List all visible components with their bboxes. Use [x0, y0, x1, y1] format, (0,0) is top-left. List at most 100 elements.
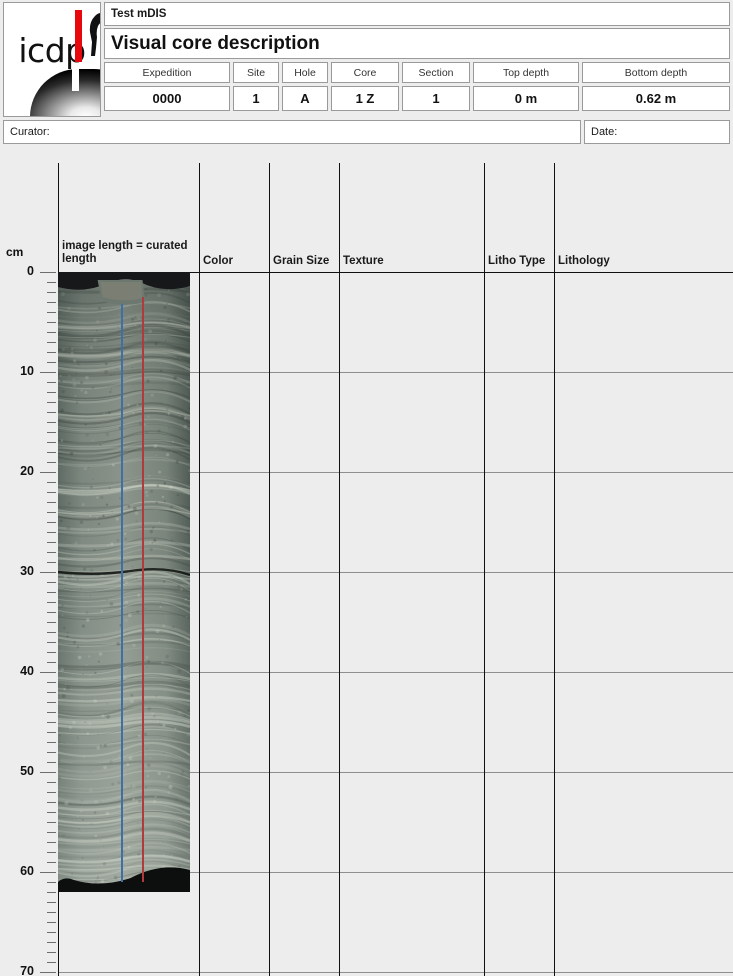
meta-field-top-depth: Top depth 0 m: [473, 62, 579, 111]
depth-tick-minor: [47, 342, 56, 343]
form-header: icdpmdis Test mDIS Visual core descripti…: [0, 0, 733, 118]
core-blue-measure-line[interactable]: [121, 304, 123, 882]
depth-tick-minor: [47, 662, 56, 663]
depth-tick-minor: [47, 852, 56, 853]
column-header-color: Color: [203, 255, 234, 267]
core-metadata-table: Expedition 0000 Site 1 Hole A Core 1 Z S…: [104, 62, 730, 111]
depth-tick-minor: [47, 702, 56, 703]
column-line-color-left: [199, 163, 200, 976]
depth-tick-minor: [47, 582, 56, 583]
date-field[interactable]: Date:: [584, 120, 730, 144]
depth-tick-minor: [47, 322, 56, 323]
depth-tick-minor: [47, 622, 56, 623]
depth-tick-minor: [47, 382, 56, 383]
depth-tick-label: 30: [20, 564, 34, 578]
depth-tick-minor: [47, 462, 56, 463]
column-header-texture: Texture: [343, 255, 384, 267]
depth-tick-minor: [47, 682, 56, 683]
depth-tick-label: 70: [20, 964, 34, 976]
depth-tick-minor: [47, 712, 56, 713]
depth-tick-minor: [47, 592, 56, 593]
depth-tick-minor: [47, 442, 56, 443]
meta-label-expedition: Expedition: [104, 62, 230, 83]
depth-tick-label: 20: [20, 464, 34, 478]
depth-tick-minor: [47, 782, 56, 783]
meta-label-bottom-depth: Bottom depth: [582, 62, 730, 83]
depth-tick-major: [40, 672, 56, 673]
core-image[interactable]: [58, 272, 190, 892]
depth-tick-minor: [47, 762, 56, 763]
depth-tick-minor: [47, 292, 56, 293]
depth-tick-minor: [47, 532, 56, 533]
column-header-lithology: Lithology: [558, 255, 610, 267]
depth-tick-minor: [47, 652, 56, 653]
depth-tick-minor: [47, 422, 56, 423]
visual-core-description-page: icdpmdis Test mDIS Visual core descripti…: [0, 0, 733, 976]
meta-value-expedition[interactable]: 0000: [104, 86, 230, 111]
depth-tick-minor: [47, 362, 56, 363]
depth-tick-minor: [47, 942, 56, 943]
depth-tick-minor: [47, 922, 56, 923]
meta-label-core: Core: [331, 62, 399, 83]
depth-tick-minor: [47, 392, 56, 393]
depth-tick-label: 0: [27, 264, 34, 278]
depth-tick-minor: [47, 802, 56, 803]
depth-tick-minor: [47, 832, 56, 833]
depth-tick-minor: [47, 902, 56, 903]
curator-field[interactable]: Curator:: [3, 120, 581, 144]
column-header-grain-size: Grain Size: [273, 255, 330, 267]
depth-tick-minor: [47, 722, 56, 723]
meta-label-section: Section: [402, 62, 470, 83]
depth-tick-minor: [47, 822, 56, 823]
depth-tick-minor: [47, 432, 56, 433]
depth-tick-minor: [47, 692, 56, 693]
depth-tick-minor: [47, 302, 56, 303]
depth-tick-minor: [47, 482, 56, 483]
depth-tick-minor: [47, 282, 56, 283]
column-line-texture-left: [339, 163, 340, 976]
meta-label-top-depth: Top depth: [473, 62, 579, 83]
icdp-mdis-logo: icdpmdis: [3, 2, 101, 117]
depth-tick-minor: [47, 552, 56, 553]
depth-tick-minor: [47, 932, 56, 933]
depth-tick-major: [40, 872, 56, 873]
woodpecker-icon: [89, 13, 100, 56]
depth-tick-minor: [47, 752, 56, 753]
depth-tick-label: 10: [20, 364, 34, 378]
depth-tick-minor: [47, 312, 56, 313]
depth-tick-minor: [47, 792, 56, 793]
depth-tick-minor: [47, 452, 56, 453]
meta-value-bottom-depth[interactable]: 0.62 m: [582, 86, 730, 111]
depth-gridline: [58, 972, 733, 973]
meta-field-core: Core 1 Z: [331, 62, 399, 111]
depth-tick-major: [40, 472, 56, 473]
depth-tick-label: 40: [20, 664, 34, 678]
depth-tick-minor: [47, 502, 56, 503]
depth-tick-minor: [47, 812, 56, 813]
meta-value-site[interactable]: 1: [233, 86, 279, 111]
depth-tick-label: 60: [20, 864, 34, 878]
depth-tick-minor: [47, 562, 56, 563]
depth-tick-major: [40, 372, 56, 373]
depth-tick-minor: [47, 892, 56, 893]
depth-tick-minor: [47, 842, 56, 843]
logo-dome-notch: [72, 69, 79, 91]
depth-tick-minor: [47, 492, 56, 493]
meta-value-top-depth[interactable]: 0 m: [473, 86, 579, 111]
core-red-measure-line[interactable]: [142, 297, 144, 882]
meta-value-core[interactable]: 1 Z: [331, 86, 399, 111]
depth-tick-minor: [47, 642, 56, 643]
meta-field-bottom-depth: Bottom depth 0.62 m: [582, 62, 730, 111]
depth-tick-minor: [47, 512, 56, 513]
column-line-lithology-left: [554, 163, 555, 976]
meta-value-section[interactable]: 1: [402, 86, 470, 111]
column-header-litho-type: Litho Type: [488, 255, 546, 267]
meta-value-hole[interactable]: A: [282, 86, 328, 111]
meta-label-hole: Hole: [282, 62, 328, 83]
depth-tick-minor: [47, 542, 56, 543]
depth-tick-minor: [47, 912, 56, 913]
depth-axis-unit: cm: [6, 245, 24, 259]
depth-tick-major: [40, 972, 56, 973]
description-grid: cm 0 10 20 30 40 50 60 70 image length = curate…: [0, 150, 733, 976]
depth-tick-minor: [47, 732, 56, 733]
